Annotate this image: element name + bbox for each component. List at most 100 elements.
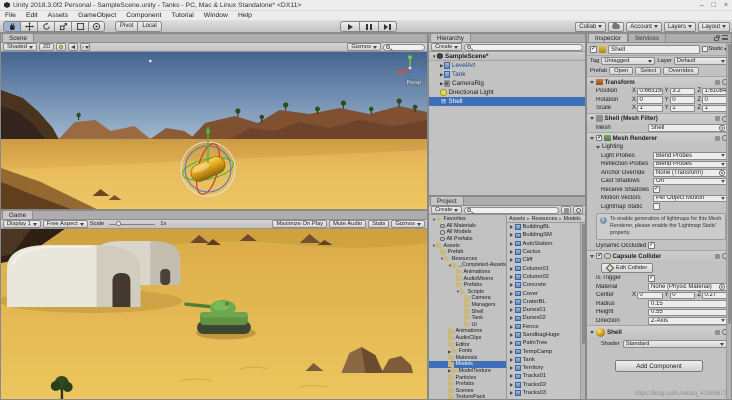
local-toggle-button[interactable]: Local (137, 21, 161, 32)
scale-tool-button[interactable] (54, 21, 71, 32)
expand-arrow[interactable]: ▼ (429, 263, 451, 268)
project-folder-item[interactable]: ▶ Fonts (429, 348, 506, 355)
expand-arrow[interactable] (510, 308, 513, 312)
axis-x-field[interactable]: 0.6631544 (637, 88, 663, 96)
scene-viewport[interactable]: Persp (1, 52, 427, 209)
layout-button[interactable]: Layout (698, 22, 730, 32)
project-folder-item[interactable]: Animations (429, 269, 506, 276)
tab-scene[interactable]: Scene (2, 33, 34, 42)
pause-button[interactable] (359, 21, 378, 32)
expand-arrow[interactable] (510, 292, 513, 296)
project-scrollbar[interactable] (580, 223, 585, 399)
hierarchy-item[interactable]: Shell (429, 97, 585, 106)
maximize-button[interactable]: □ (712, 2, 716, 9)
project-folder-item[interactable]: All Materials (429, 223, 506, 230)
menu-item[interactable]: Tutorial (166, 12, 198, 19)
transform-tool-button[interactable] (88, 21, 105, 32)
close-button[interactable]: × (724, 2, 728, 9)
tab-services[interactable]: Services (628, 33, 666, 42)
project-folder-item[interactable]: All Models (429, 229, 506, 236)
project-folder-item[interactable]: ▶ ModelTexture (429, 368, 506, 375)
project-folder-item[interactable]: Editor (429, 341, 506, 348)
scene-lighting-toggle[interactable] (56, 43, 66, 51)
expand-arrow[interactable] (510, 233, 513, 237)
project-filter-type-button[interactable] (561, 206, 571, 214)
menu-item[interactable]: Edit (21, 12, 43, 19)
menu-item[interactable]: Assets (43, 12, 73, 19)
breadcrumb-assets[interactable]: Assets (509, 216, 525, 222)
physic-material-field[interactable]: None (Physic Material) (648, 283, 728, 291)
expand-arrow[interactable] (510, 341, 513, 345)
expand-arrow[interactable]: ▶ (429, 349, 451, 354)
scale-slider[interactable] (109, 224, 155, 225)
asset-file-item[interactable]: BuildingBL (507, 223, 585, 231)
menu-item[interactable]: Component (121, 12, 166, 19)
hierarchy-item[interactable]: ▶ LevelArt (429, 61, 585, 70)
expand-arrow[interactable]: ▼ (429, 54, 437, 59)
expand-arrow[interactable]: ▼ (429, 243, 436, 248)
project-folder-item[interactable]: ▼ Scripts (429, 289, 506, 296)
prefab-overrides-button[interactable]: Overrides (663, 67, 698, 75)
game-viewport[interactable] (1, 229, 427, 399)
mute-audio-toggle[interactable]: Mute Audio (329, 220, 366, 228)
property-value[interactable]: ✓ (653, 186, 660, 193)
project-search-input[interactable] (464, 207, 559, 214)
scene-audio-toggle[interactable] (68, 43, 78, 51)
height-field[interactable]: 0.55 (648, 309, 728, 317)
layers-button[interactable]: Layers (664, 22, 696, 32)
asset-file-item[interactable]: SandbagHuge (507, 331, 585, 339)
preset-icon[interactable] (715, 136, 720, 141)
project-folder-item[interactable]: Prefabs (429, 282, 506, 289)
expand-arrow[interactable] (510, 316, 513, 320)
foldout-icon[interactable] (596, 146, 600, 149)
play-button[interactable] (340, 21, 359, 32)
expand-arrow[interactable]: ▶ (429, 63, 444, 69)
foldout-icon[interactable] (590, 331, 594, 334)
scene-effects-toggle[interactable] (80, 43, 90, 51)
scene-gizmos-dropdown[interactable]: Gizmos (347, 43, 381, 51)
project-folder-item[interactable]: ▼ _Completed-Assets (429, 262, 506, 269)
draw-mode-dropdown[interactable]: Shaded (3, 43, 37, 51)
expand-arrow[interactable] (510, 391, 513, 395)
persp-label[interactable]: Persp (407, 80, 421, 86)
asset-file-item[interactable]: Cactus (507, 248, 585, 256)
pan-tool-button[interactable] (3, 21, 20, 32)
static-toggle[interactable]: Static (702, 46, 729, 52)
project-folder-item[interactable]: Models (429, 361, 506, 368)
active-checkbox[interactable]: ✓ (590, 46, 597, 53)
project-folder-item[interactable]: AudioMixers (429, 275, 506, 282)
tab-game[interactable]: Game (2, 210, 33, 219)
property-value[interactable]: None (Transform) (653, 169, 728, 177)
prefab-open-button[interactable]: Open (609, 67, 633, 75)
foldout-icon[interactable] (590, 117, 594, 120)
preset-icon[interactable] (715, 330, 720, 335)
asset-file-item[interactable]: Tracks03 (507, 389, 585, 397)
expand-arrow[interactable] (510, 225, 513, 229)
project-folder-item[interactable]: All Prefabs (429, 236, 506, 243)
project-folder-item[interactable]: AudioClips (429, 335, 506, 342)
expand-arrow[interactable] (510, 325, 513, 329)
asset-file-item[interactable]: Cliff (507, 256, 585, 264)
expand-arrow[interactable] (510, 275, 513, 279)
pivot-toggle-button[interactable]: Pivot (115, 21, 137, 32)
scene-search-input[interactable] (383, 44, 425, 51)
name-field[interactable]: Shell (608, 45, 700, 54)
project-folder-item[interactable]: Scenes (429, 387, 506, 394)
asset-file-item[interactable]: BuildingSM (507, 231, 585, 239)
axis-z-field[interactable]: 0 (702, 96, 728, 104)
project-folder-item[interactable]: TexturePack (429, 394, 506, 399)
expand-arrow[interactable] (510, 300, 513, 304)
add-component-button[interactable]: Add Component (615, 360, 703, 372)
project-folder-item[interactable]: ▼ Assets (429, 242, 506, 249)
scene-orientation-gizmo[interactable] (397, 54, 423, 80)
tab-project[interactable]: Project (430, 196, 464, 205)
expand-arrow[interactable] (510, 258, 513, 262)
menu-item[interactable]: File (0, 12, 21, 19)
asset-file-item[interactable]: Dunes01 (507, 306, 585, 314)
menu-item[interactable]: Help (233, 12, 257, 19)
project-filter-label-button[interactable] (573, 206, 583, 214)
axis-y-field[interactable]: 1 (670, 105, 696, 113)
axis-z-field[interactable]: 1 (702, 105, 728, 113)
expand-arrow[interactable] (510, 283, 513, 287)
asset-file-item[interactable]: AutoStation (507, 240, 585, 248)
